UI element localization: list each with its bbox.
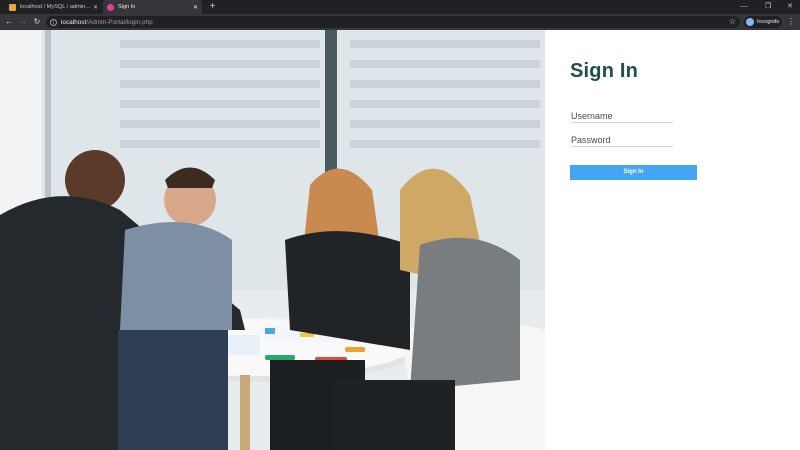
- close-window-icon[interactable]: ✕: [779, 0, 800, 14]
- tab-title: localhost / MySQL / admin / users: [20, 4, 91, 10]
- reload-icon[interactable]: ↻: [31, 16, 43, 28]
- browser-tab-sign-in[interactable]: Sign In ✕: [103, 0, 202, 14]
- team-meeting-photo: [0, 30, 545, 450]
- bookmark-star-icon[interactable]: ☆: [729, 17, 736, 27]
- login-panel: Sign In Sign In: [545, 30, 800, 450]
- sign-in-button[interactable]: Sign In: [570, 165, 697, 180]
- username-input[interactable]: [571, 110, 673, 123]
- browser-tab-strip: localhost / MySQL / admin / users ✕ Sign…: [0, 0, 800, 14]
- minimize-icon[interactable]: —: [733, 0, 755, 14]
- browser-tab-phpmyadmin[interactable]: localhost / MySQL / admin / users ✕: [5, 0, 102, 14]
- incognito-icon: [746, 18, 754, 26]
- forward-arrow-icon[interactable]: →: [17, 16, 29, 28]
- tab-title: Sign In: [118, 4, 136, 10]
- new-tab-icon[interactable]: +: [207, 1, 218, 12]
- url-path: /Admin-Portal/login.php: [86, 18, 153, 26]
- site-info-icon[interactable]: i: [50, 18, 57, 26]
- back-arrow-icon[interactable]: ←: [3, 16, 15, 28]
- address-bar[interactable]: i localhost /Admin-Portal/login.php ☆: [46, 16, 740, 28]
- password-input[interactable]: [571, 134, 673, 147]
- browser-menu-icon[interactable]: ⋮: [787, 16, 795, 28]
- close-tab-icon[interactable]: ✕: [193, 4, 198, 11]
- page-title: Sign In: [570, 60, 639, 82]
- hero-photo: [0, 30, 545, 450]
- url-host: localhost: [61, 18, 87, 26]
- site-favicon-icon: [107, 3, 114, 11]
- page-content: Sign In Sign In: [0, 30, 800, 450]
- incognito-label: Incognito: [757, 19, 780, 25]
- browser-toolbar: ← → ↻ i localhost /Admin-Portal/login.ph…: [0, 14, 800, 30]
- close-tab-icon[interactable]: ✕: [93, 4, 98, 11]
- incognito-badge[interactable]: Incognito: [744, 16, 782, 28]
- restore-icon[interactable]: ❐: [757, 0, 779, 14]
- phpmyadmin-favicon-icon: [9, 3, 16, 11]
